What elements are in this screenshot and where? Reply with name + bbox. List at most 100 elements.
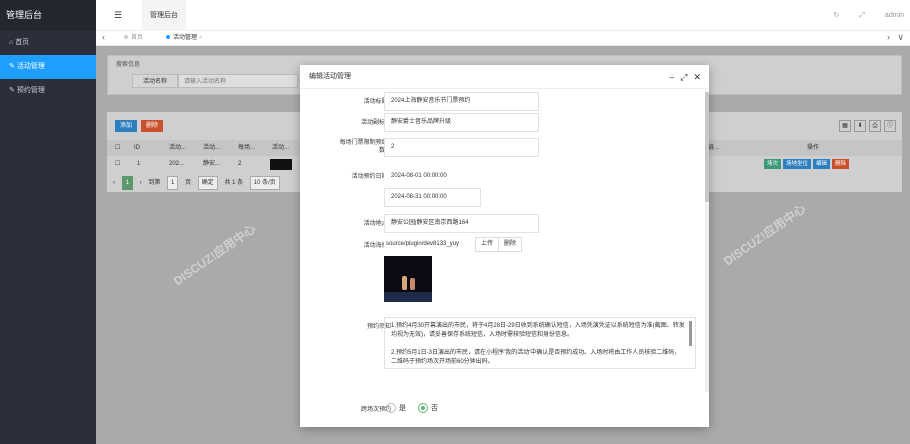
col-header: 每场... bbox=[238, 145, 256, 151]
col-actions: 操作 bbox=[807, 145, 820, 151]
pagination: ‹ 1 › 到第 1 页 确定 共 1 条 10 条/页 bbox=[113, 176, 285, 190]
cross-label: 跨场次预约 bbox=[360, 407, 391, 413]
sidebar-item-label: 预约管理 bbox=[16, 87, 45, 94]
next-page-icon[interactable]: › bbox=[140, 180, 142, 186]
sidebar-brand: 管理后台 bbox=[0, 0, 96, 31]
poster-path: source/plugin/dev8133_yuy bbox=[384, 237, 474, 253]
batch-delete-button[interactable]: 删除 bbox=[141, 120, 164, 132]
radio-label: 否 bbox=[431, 405, 438, 412]
sessions-button[interactable]: 场次 bbox=[764, 159, 782, 169]
notice-paragraph: 1.预约4月30开幕演出的市民，将于4月28日-29日收到系统确认短信，入场凭演… bbox=[391, 323, 685, 338]
edit-icon: ✎ bbox=[9, 87, 15, 94]
sidebar-item-label: 首页 bbox=[15, 39, 30, 46]
row-actions: 场次 场地坐位 编辑 删除 bbox=[762, 156, 850, 172]
col-header: 活动... bbox=[272, 145, 290, 151]
subtitle-input[interactable]: 静安爵士音乐品牌升级 bbox=[384, 113, 539, 132]
close-icon[interactable]: ✕ bbox=[693, 72, 701, 82]
add-button[interactable]: 添加 bbox=[115, 120, 138, 132]
sidebar-item-label: 活动管理 bbox=[16, 63, 45, 70]
upload-button[interactable]: 上传 bbox=[475, 237, 500, 252]
scrollbar-thumb[interactable] bbox=[705, 92, 709, 202]
dialog-scrollbar[interactable] bbox=[705, 92, 709, 392]
col-header: 活动... bbox=[203, 145, 221, 151]
total-count: 共 1 条 bbox=[224, 180, 244, 186]
date-start-input[interactable]: 2024-08-01 00:00:00 bbox=[384, 167, 481, 186]
minimize-icon[interactable]: – bbox=[669, 72, 674, 82]
info-icon[interactable]: ⓘ bbox=[884, 120, 896, 132]
tab-activity[interactable]: 活动管理 × bbox=[166, 31, 202, 46]
maximize-icon[interactable]: ⤢ bbox=[680, 72, 687, 82]
radio-checked-icon[interactable] bbox=[418, 403, 428, 414]
tab-label: 活动管理 bbox=[173, 35, 198, 41]
dialog-form: 活动标题* 2024上海静安音乐节门票预约 活动副标题 静安爵士音乐品牌升级 每… bbox=[306, 92, 701, 422]
sidebar-item-activity[interactable]: ✎ 活动管理 bbox=[0, 55, 96, 79]
notice-paragraph: 2.预约5月1日-3日演出的市民，请在小程序'我的活动'中确认是否预约成功。入场… bbox=[391, 350, 681, 365]
sidebar-item-home[interactable]: ⌂ 首页 bbox=[0, 31, 96, 55]
sidebar-item-reservation[interactable]: ✎ 预约管理 bbox=[0, 79, 96, 103]
radio-icon[interactable] bbox=[386, 403, 396, 414]
table-tools: ▦ ⬇ ⎙ ⓘ bbox=[836, 120, 896, 132]
search-label: 活动名称 bbox=[132, 74, 178, 88]
menu-toggle-icon[interactable]: ☰ bbox=[114, 10, 122, 21]
col-id[interactable]: ID bbox=[134, 140, 140, 156]
title-input[interactable]: 2024上海静安音乐节门票预约 bbox=[384, 92, 539, 111]
tabs-bar: ‹ 首页 活动管理 × › ∨ bbox=[96, 31, 910, 46]
home-icon: ⌂ bbox=[9, 39, 14, 46]
seats-button[interactable]: 场地坐位 bbox=[783, 159, 812, 169]
per-page-select[interactable]: 10 条/页 bbox=[249, 176, 280, 190]
refresh-icon[interactable]: ↻ bbox=[834, 12, 840, 19]
tab-label: 首页 bbox=[131, 35, 144, 41]
cell-subtitle: 静安... bbox=[203, 161, 221, 167]
delete-button[interactable]: 删除 bbox=[832, 159, 850, 169]
limit-label: 每场门票限制预约*数量 bbox=[339, 140, 391, 154]
cell-limit: 2 bbox=[238, 161, 242, 167]
page-input[interactable]: 1 bbox=[167, 176, 179, 190]
watermark: DISCUZ!应用中心 bbox=[721, 201, 809, 269]
page-1[interactable]: 1 bbox=[121, 176, 134, 190]
remove-poster-button[interactable]: 删除 bbox=[499, 237, 523, 252]
topbar-right: ↻ ⤢ admin bbox=[816, 0, 904, 31]
radio-label: 是 bbox=[399, 405, 406, 412]
topbar-title[interactable]: 管理后台 bbox=[142, 0, 186, 31]
search-legend: 搜索信息 bbox=[116, 62, 141, 68]
place-label: 活动地点* bbox=[363, 221, 391, 227]
sidebar: 管理后台 ⌂ 首页 ✎ 活动管理 ✎ 预约管理 bbox=[0, 0, 96, 444]
tab-dot-icon bbox=[124, 35, 128, 40]
tabs-more-icon[interactable]: ∨ bbox=[897, 32, 904, 43]
export-icon[interactable]: ⬇ bbox=[854, 120, 866, 132]
edit-icon: ✎ bbox=[9, 63, 15, 70]
tabs-prev-icon[interactable]: ‹ bbox=[102, 32, 105, 42]
cell-id: 1 bbox=[137, 161, 141, 167]
date-label: 活动预约日期* bbox=[351, 174, 391, 180]
watermark: DISCUZ!应用中心 bbox=[171, 221, 259, 289]
notice-label: 预约须知 bbox=[366, 324, 391, 330]
select-all-checkbox[interactable]: ☐ bbox=[115, 140, 120, 156]
prev-page-icon[interactable]: ‹ bbox=[113, 180, 115, 186]
poster-label: 活动海报* bbox=[363, 243, 391, 249]
search-input[interactable]: 请输入活动名称 bbox=[178, 74, 298, 88]
close-icon[interactable]: × bbox=[199, 35, 203, 41]
top-bar: ☰ 管理后台 ↻ ⤢ admin bbox=[96, 0, 910, 31]
tabs-next-icon[interactable]: › bbox=[887, 32, 890, 42]
edit-button[interactable]: 编辑 bbox=[813, 159, 831, 169]
dialog-title: 编辑活动管理 bbox=[300, 65, 709, 89]
subtitle-label: 活动副标题 bbox=[360, 120, 391, 126]
user-name[interactable]: admin bbox=[885, 12, 904, 19]
dialog-controls: – ⤢ ✕ bbox=[663, 65, 701, 89]
col-header: 链... bbox=[708, 145, 720, 151]
fullscreen-icon[interactable]: ⤢ bbox=[859, 12, 865, 19]
row-checkbox[interactable]: ☐ bbox=[115, 156, 120, 172]
print-icon[interactable]: ⎙ bbox=[869, 120, 881, 132]
notice-textarea[interactable]: 1.预约4月30开幕演出的市民，将于4月28日-29日收到系统确认短信，入场凭演… bbox=[384, 317, 696, 369]
columns-icon[interactable]: ▦ bbox=[839, 120, 851, 132]
poster-buttons: 上传 删除 bbox=[475, 237, 523, 252]
textarea-scrollbar[interactable] bbox=[689, 321, 692, 346]
limit-input[interactable]: 2 bbox=[384, 138, 539, 157]
place-input[interactable]: 静安公园|静安区南京西路164 bbox=[384, 214, 539, 233]
cross-no-option[interactable]: 否 bbox=[418, 403, 438, 414]
tab-home[interactable]: 首页 bbox=[124, 31, 143, 46]
go-button[interactable]: 确定 bbox=[197, 176, 218, 190]
goto-label: 到第 bbox=[148, 180, 161, 186]
cross-yes-option[interactable]: 是 bbox=[386, 403, 406, 414]
date-end-input[interactable]: 2024-08-31 00:00:00 bbox=[384, 188, 481, 207]
